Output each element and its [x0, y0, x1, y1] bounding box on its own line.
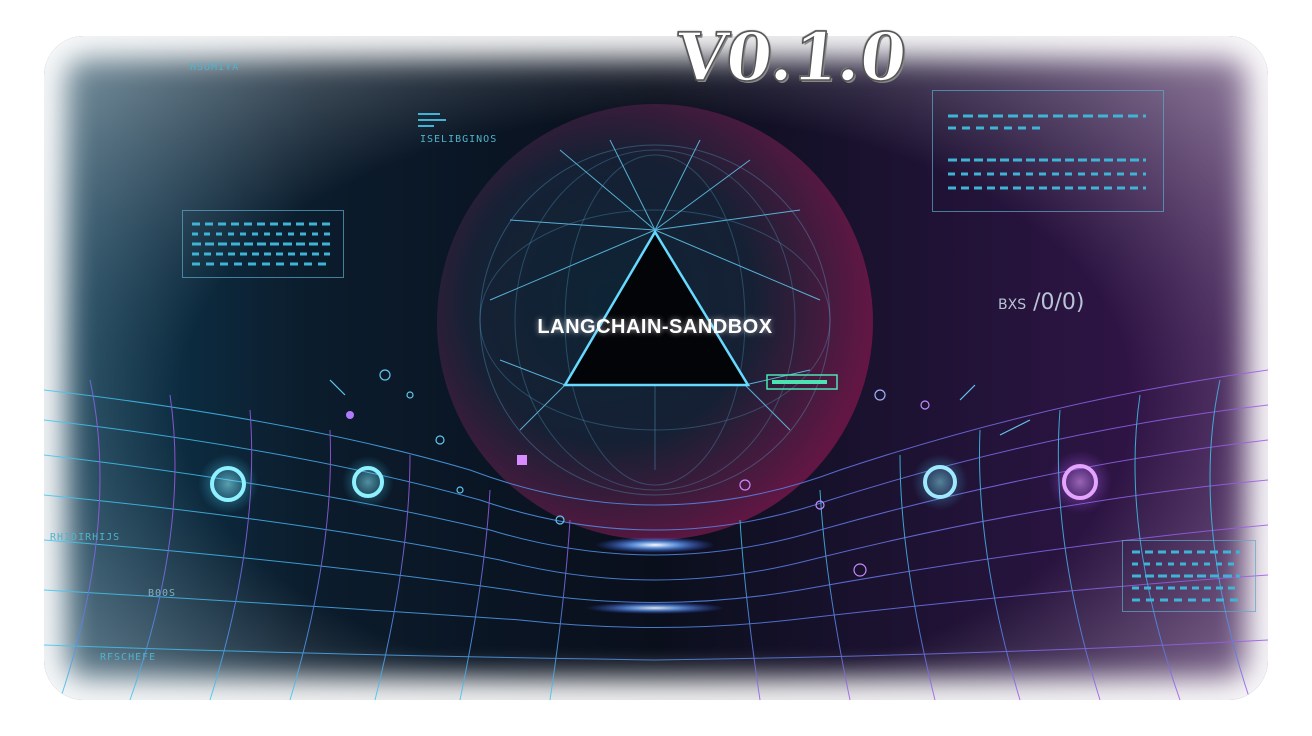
center-glow	[595, 537, 715, 553]
status-tag-fill	[772, 380, 827, 384]
hud-label-left-middle: ISELIBGINOS	[420, 134, 498, 145]
version-label: V0.1.0	[671, 17, 910, 97]
hud-box-left	[182, 210, 344, 278]
center-glow-lower	[585, 602, 725, 614]
hud-box-right-top	[932, 90, 1164, 212]
hud-label-right: BXS /0/0)	[998, 290, 1108, 320]
brand-title: LANGCHAIN-SANDBOX	[537, 316, 773, 338]
hud-label-right-suffix: /0/0)	[1033, 290, 1085, 315]
hud-label-left-lower: RHIDIRHIJS	[50, 532, 121, 543]
hud-label-left-bottom: RFSCHEFE	[100, 652, 157, 663]
hud-label-right-prefix: BXS	[998, 297, 1027, 313]
menu-icon	[418, 113, 446, 127]
hud-label-top-left: HSUMIYA	[190, 62, 240, 73]
hud-box-right-bottom	[1122, 540, 1256, 612]
hud-label-left-code: B00S	[148, 588, 177, 599]
